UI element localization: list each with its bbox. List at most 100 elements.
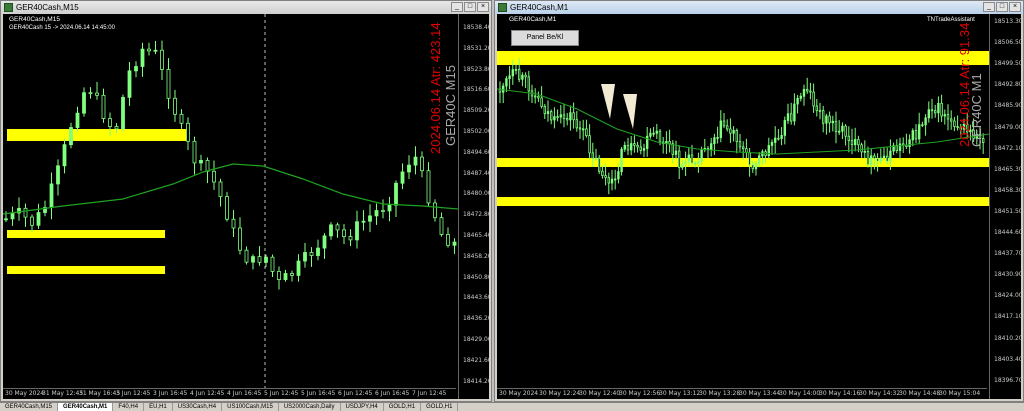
time-tick-label: 30 May 14:48 [899,390,941,397]
time-tick-label: 30 May 14:32 [859,390,901,397]
candle-body [853,139,857,146]
candle-body [49,183,54,208]
candle-body [786,113,790,121]
price-tick-label: 18487.40 [463,169,489,177]
candle-body [186,122,190,142]
candle-body [668,141,671,145]
maximize-button[interactable]: □ [464,2,476,12]
candle-body [348,236,353,241]
candle-body [677,150,681,168]
time-tick-label: 31 May 12:45 [42,390,84,397]
candle-body [633,143,636,146]
close-button[interactable]: × [477,2,489,12]
chart-icon [498,3,507,12]
candle-body [524,74,527,78]
price-axis[interactable]: 18513.30 18506.50 18499.50 18492.80 18485.90… [989,14,1021,399]
candle-body [821,110,825,124]
candle-body [831,120,835,124]
time-tick-label: 30 May 12:24 [539,390,581,397]
candle-body [914,130,918,140]
time-axis[interactable]: 30 May 2024 31 May 12:45 31 May 16:45 3 Jun… [3,388,456,399]
candle-body [572,112,575,121]
candle-body [309,252,314,256]
price-chart[interactable]: GER40Cash,M15 GER40Cash 15 -> 2024.06.14… [3,14,489,399]
candles-plot [3,14,458,391]
candle-body [885,155,889,162]
candle-body [231,218,236,229]
candle-body [812,91,815,107]
candle-body [505,78,508,87]
candle-body [394,182,398,206]
candle-body [719,120,723,138]
overlay-date-atr: 2024.06.14 Atr: 423.14 [428,22,443,154]
minimize-button[interactable]: _ [451,2,463,12]
candle-body [30,216,34,226]
price-tick-label: 18444.60 [994,229,1021,236]
candle-body [825,115,828,124]
maximize-button[interactable]: □ [996,2,1008,12]
candle-body [783,120,787,136]
window-title-bar[interactable]: GER40Cash,M1 _ □ × [495,1,1023,14]
candle-body [751,164,755,170]
time-tick-label: 4 Jun 12:45 [190,390,225,397]
candle-body [917,124,921,140]
candle-body [566,118,569,121]
candle-body [585,128,588,137]
candle-body [400,171,405,184]
zone-band [7,129,187,141]
close-button[interactable]: × [1009,2,1021,12]
price-tick-label: 18465.40 [463,232,489,239]
chart-window-left[interactable]: GER40Cash,M15 _ □ × GER40Cash,M15 GER40C… [0,0,492,402]
candle-body [837,130,841,133]
candle-body [690,154,694,164]
candle-body [777,137,780,140]
candle-body [693,162,697,165]
candle-body [329,224,333,237]
candle-body [850,140,854,146]
candle-body [940,102,943,117]
candle-body [748,152,751,166]
price-tick-label: 18465.30 [994,165,1021,173]
candle-body [316,247,320,256]
chart-window-right[interactable]: GER40Cash,M1 _ □ × GER40Cash,M1 TNTradeA… [494,0,1024,402]
window-title-bar[interactable]: GER40Cash,M15 _ □ × [1,1,491,14]
candle-body [56,165,60,185]
price-tick-label: 18531.20 [463,44,489,52]
candle-body [799,95,803,99]
time-tick-label: 5 Jun 12:45 [264,390,299,397]
candle-body [937,102,940,114]
candle-body [949,118,953,122]
candle-body [368,215,372,222]
price-tick-label: 18492.80 [994,81,1021,89]
price-tick-label: 18509.20 [463,107,489,115]
panel-be-kl-button[interactable]: Panel Be/Kl [511,30,579,46]
candle-body [943,114,947,117]
candle-body [655,130,659,134]
candle-body [270,256,275,272]
candle-body [729,128,732,134]
price-axis[interactable]: 18538.40 18531.20 18523.80 18516.60 18509.20… [458,14,489,399]
candle-body [114,126,119,130]
candle-body [550,111,553,121]
candle-body [732,130,735,134]
time-tick-label: 30 May 13:44 [739,390,781,397]
price-tick-label: 18414.20 [463,377,489,385]
price-tick-label: 18429.00 [463,336,489,343]
candle-body [540,97,543,107]
price-tick-label: 18506.50 [994,39,1021,47]
candle-body [741,146,745,149]
candle-body [639,146,643,151]
price-chart[interactable]: GER40Cash,M1 TNTradeAssistant Panel Be/K… [497,14,1021,399]
candle-body [173,97,177,115]
candle-body [508,75,511,80]
candle-body [108,118,112,127]
price-tick-label: 18472.10 [994,144,1021,152]
minimize-button[interactable]: _ [983,2,995,12]
candle-body [869,155,873,166]
candle-body [607,177,611,184]
candle-body [738,141,742,148]
candle-body [562,114,566,119]
candle-body [244,249,249,263]
time-axis[interactable]: 30 May 2024 30 May 12:24 30 May 12:40 30 Ma… [497,388,987,399]
candle-body [911,130,915,141]
